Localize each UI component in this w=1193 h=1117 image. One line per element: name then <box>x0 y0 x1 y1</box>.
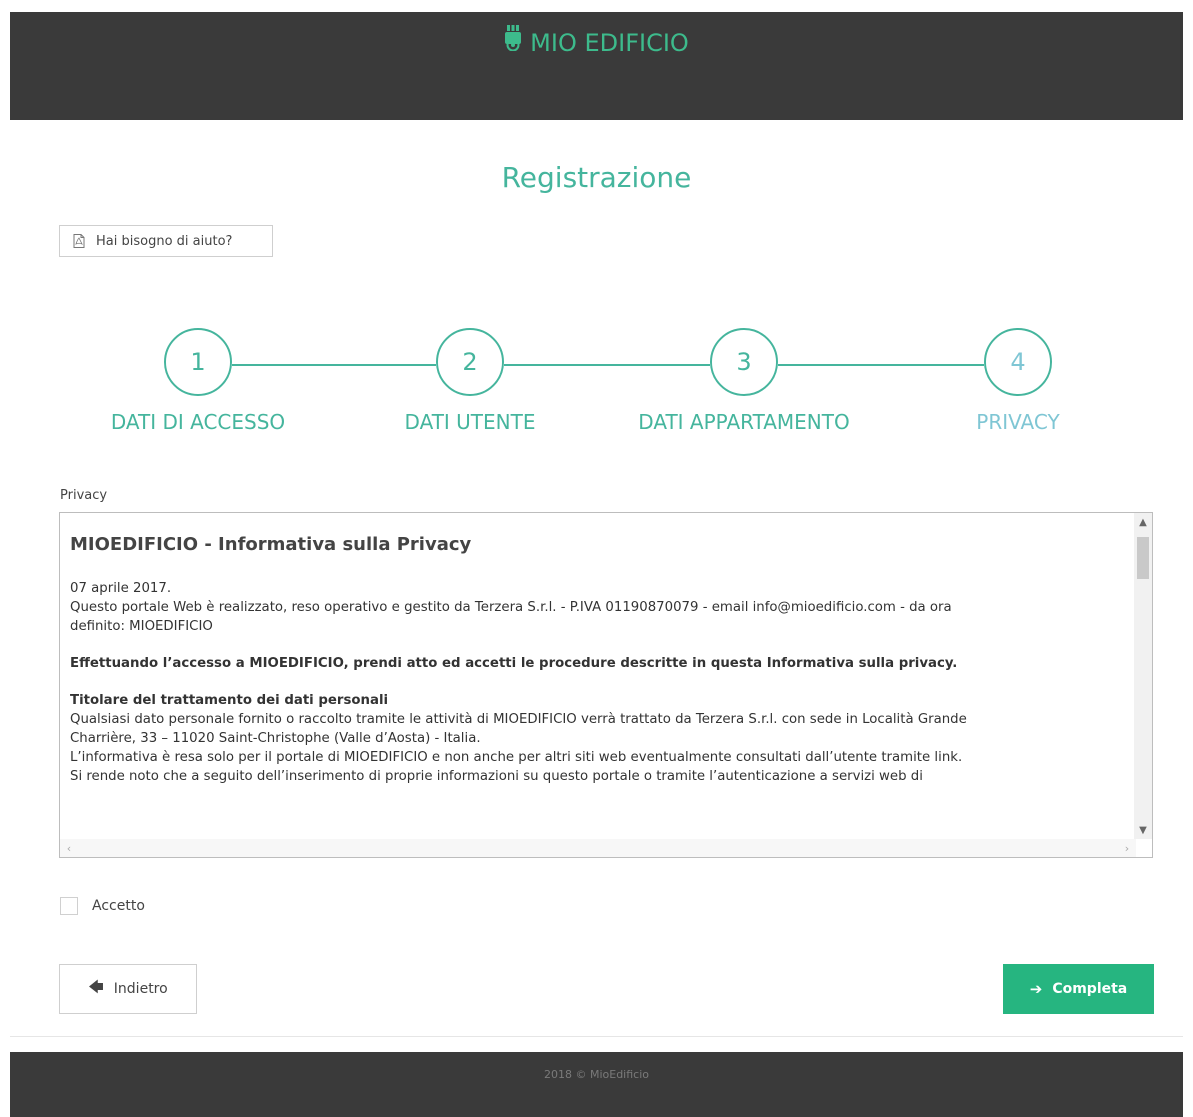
step-connector-1-2 <box>232 364 436 366</box>
privacy-intro-line-1: Questo portale Web è realizzato, reso op… <box>70 600 952 615</box>
scroll-right-icon[interactable]: › <box>1118 839 1136 857</box>
privacy-text: MIOEDIFICIO - Informativa sulla Privacy … <box>70 523 1130 839</box>
privacy-notice: Effettuando l’accesso a MIOEDIFICIO, pre… <box>70 656 958 671</box>
step-connector-3-4 <box>778 364 984 366</box>
privacy-intro: 07 aprile 2017. Questo portale Web è rea… <box>70 579 1130 636</box>
registration-stepper: 1 2 3 4 DATI DI ACCESSO DATI UTENTE DATI… <box>10 328 1183 448</box>
step-4-label: PRIVACY <box>976 410 1060 434</box>
vertical-scrollbar[interactable]: ▲ ▼ <box>1134 513 1152 839</box>
privacy-section-line-4: Si rende noto che a seguito dell’inserim… <box>70 769 923 784</box>
complete-button-label: Completa <box>1052 981 1128 997</box>
building-logo-icon <box>504 24 522 60</box>
step-4-circle: 4 <box>984 328 1052 396</box>
arrow-right-icon: ➔ <box>1029 980 1043 998</box>
registration-card: Registrazione Hai bisogno di aiuto? 1 2 … <box>10 120 1183 1052</box>
help-button-label: Hai bisogno di aiuto? <box>96 233 233 249</box>
privacy-section-line-3: L’informativa è resa solo per il portale… <box>70 750 963 765</box>
privacy-section-title: Titolare del trattamento dei dati person… <box>70 693 389 708</box>
complete-button[interactable]: ➔ Completa <box>1003 964 1154 1014</box>
privacy-field-label: Privacy <box>60 488 108 503</box>
scroll-up-icon[interactable]: ▲ <box>1134 513 1152 531</box>
privacy-date: 07 aprile 2017. <box>70 581 172 596</box>
brand-logo[interactable]: MIO EDIFICIO <box>10 24 1183 60</box>
arrow-left-icon: 🡄 <box>88 977 104 996</box>
scroll-down-icon[interactable]: ▼ <box>1134 821 1152 839</box>
privacy-section-line-1: Qualsiasi dato personale fornito o racco… <box>70 712 967 727</box>
card-divider <box>10 1036 1183 1037</box>
back-button-label: Indietro <box>113 981 168 997</box>
privacy-section: Titolare del trattamento dei dati person… <box>70 691 1130 786</box>
step-2-label: DATI UTENTE <box>404 410 536 434</box>
horizontal-scrollbar[interactable]: ‹ › <box>60 839 1136 857</box>
top-bar: MIO EDIFICIO <box>10 12 1183 120</box>
privacy-section-line-2: Charrière, 33 – 11020 Saint-Christophe (… <box>70 731 481 746</box>
scroll-left-icon[interactable]: ‹ <box>60 839 78 857</box>
accept-label: Accetto <box>92 898 145 914</box>
privacy-heading: MIOEDIFICIO - Informativa sulla Privacy <box>70 534 472 555</box>
accept-checkbox[interactable] <box>60 897 78 915</box>
pdf-file-icon <box>72 234 86 248</box>
accept-row: Accetto <box>60 897 145 915</box>
back-button[interactable]: 🡄 Indietro <box>59 964 197 1014</box>
step-2-circle: 2 <box>436 328 504 396</box>
vertical-scroll-thumb[interactable] <box>1137 537 1149 579</box>
privacy-textarea[interactable]: MIOEDIFICIO - Informativa sulla Privacy … <box>59 512 1153 858</box>
step-1-label: DATI DI ACCESSO <box>110 410 286 434</box>
app-frame: MIO EDIFICIO Registrazione Hai bisogno d… <box>10 12 1183 1117</box>
help-button[interactable]: Hai bisogno di aiuto? <box>59 225 273 257</box>
brand-name: MIO EDIFICIO <box>530 29 689 57</box>
step-1-circle: 1 <box>164 328 232 396</box>
privacy-intro-line-2: definito: MIOEDIFICIO <box>70 619 213 634</box>
step-connector-2-3 <box>504 364 710 366</box>
page-title: Registrazione <box>501 161 692 194</box>
step-3-circle: 3 <box>710 328 778 396</box>
step-3-label: DATI APPARTAMENTO <box>638 410 850 434</box>
footer-copyright: 2018 © MioEdificio <box>543 1068 649 1081</box>
